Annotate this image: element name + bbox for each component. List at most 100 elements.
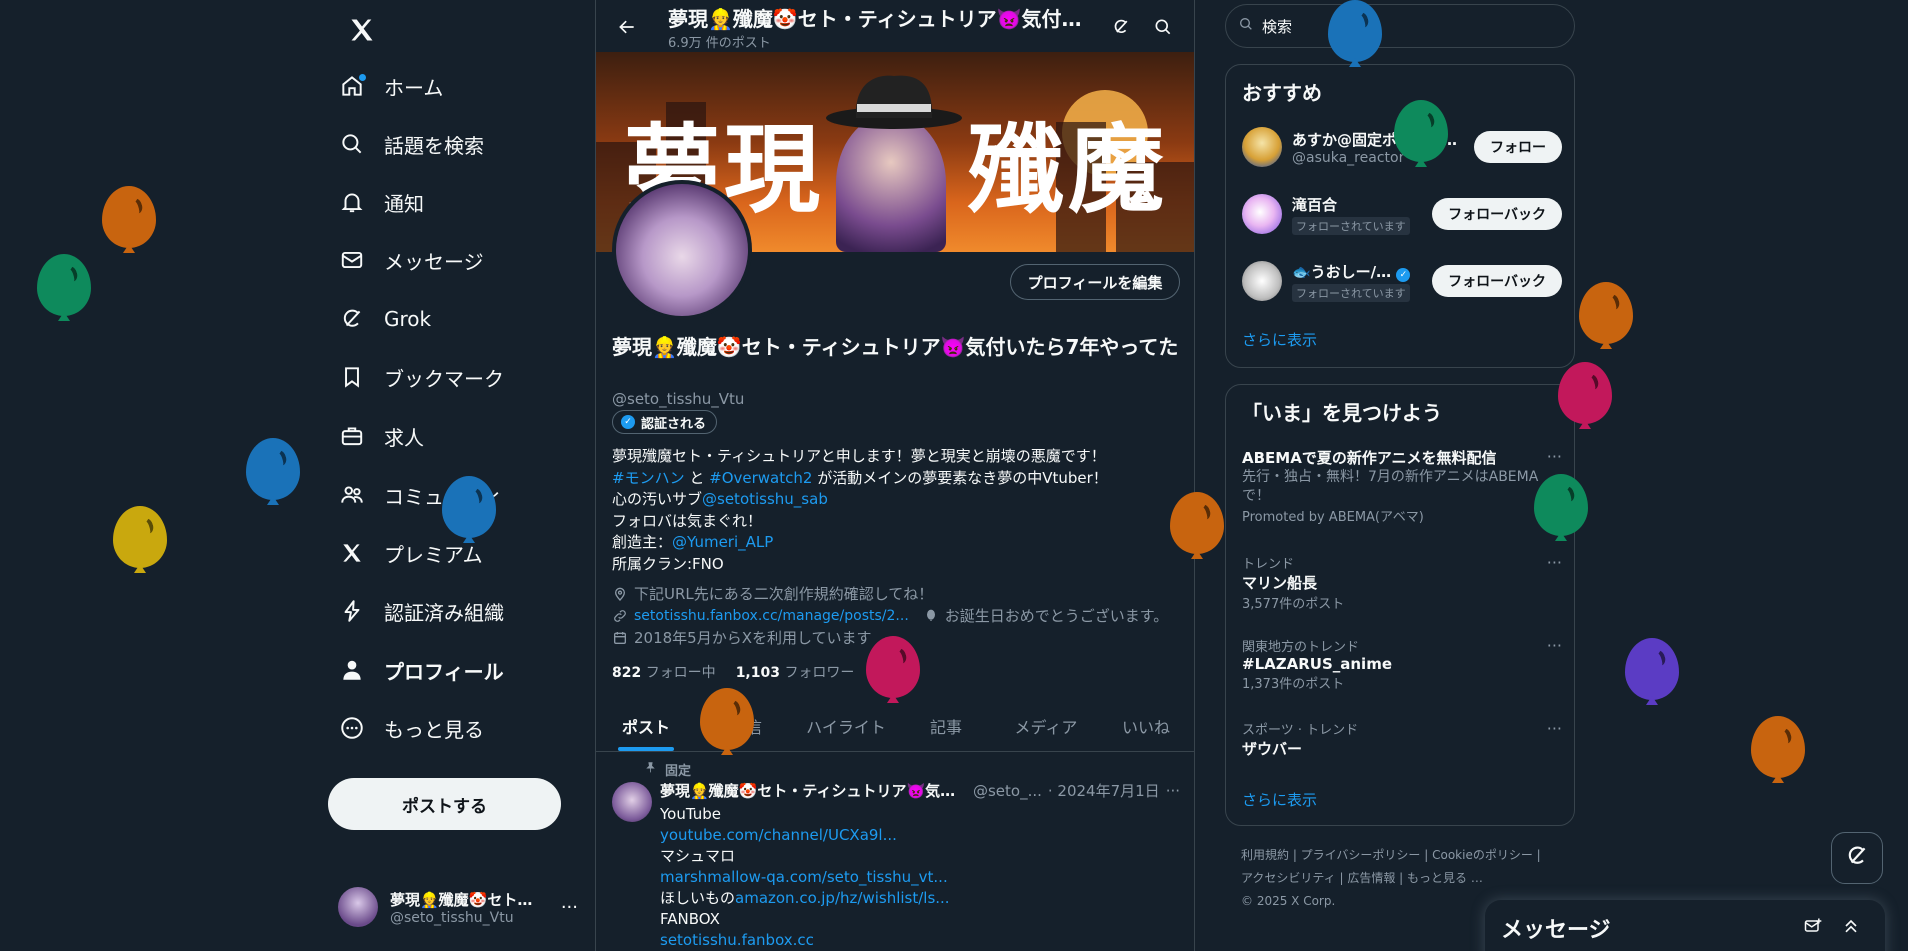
more-horizontal-icon[interactable]: ···	[1547, 719, 1562, 738]
post-button[interactable]: ポストする	[328, 778, 561, 830]
nav-jobs[interactable]: 求人	[338, 412, 424, 460]
account-name: 夢現👷殲魔🤡セト…	[390, 890, 533, 909]
bio-line: 所属クラン:FNO	[612, 554, 724, 573]
bookmark-icon	[338, 363, 366, 391]
messages-drawer-title: メッセージ	[1501, 918, 1611, 943]
more-horizontal-icon[interactable]: ···	[1547, 447, 1562, 466]
tab-posts[interactable]: ポスト	[596, 700, 696, 751]
search-icon[interactable]	[1146, 10, 1180, 44]
tab-highlights[interactable]: ハイライト	[796, 700, 896, 751]
x-logo-icon[interactable]	[340, 8, 384, 52]
account-switcher[interactable]: 夢現👷殲魔🤡セト… @seto_tisshu_Vtu ···	[338, 880, 578, 934]
bio-line: フォロバは気まぐれ！	[612, 511, 763, 530]
nav-notifications[interactable]: 通知	[338, 178, 424, 226]
mention-link[interactable]: @setotisshu_sab	[702, 490, 828, 508]
promoted-label: Promoted by ABEMA(アベマ)	[1242, 510, 1424, 525]
person-icon	[338, 656, 366, 684]
panel-title: 「いま」を見つけよう	[1242, 401, 1442, 425]
show-more-link[interactable]: さらに表示	[1242, 329, 1317, 350]
nav-verified-orgs[interactable]: 認証済み組織	[338, 587, 504, 635]
search-placeholder: 検索	[1262, 17, 1293, 36]
pinned-label-text: 固定	[665, 764, 692, 779]
balloon-decoration	[866, 636, 920, 706]
profile-url-link[interactable]: setotisshu.fanbox.cc/manage/posts/2...	[634, 605, 909, 627]
back-arrow-icon[interactable]	[610, 10, 644, 44]
post-link[interactable]: amazon.co.jp/hz/wishlist/ls...	[735, 889, 950, 907]
nav-bookmarks[interactable]: ブックマーク	[338, 353, 504, 401]
followers-label: フォロワー	[784, 665, 855, 681]
more-horizontal-icon[interactable]: ···	[1547, 636, 1562, 655]
post-date[interactable]: · 2024年7月1日	[1048, 780, 1160, 801]
balloon-decoration	[1579, 282, 1633, 352]
tab-articles[interactable]: 記事	[896, 700, 996, 751]
nav-more[interactable]: もっと見る	[338, 704, 484, 752]
nav-explore[interactable]: 話題を検索	[338, 120, 484, 168]
post-link[interactable]: setotisshu.fanbox.cc	[660, 930, 1180, 951]
avatar[interactable]	[612, 782, 652, 822]
bio-text: 創造主：	[612, 533, 673, 551]
chevron-up-double-icon[interactable]	[1839, 914, 1863, 938]
more-horizontal-icon[interactable]: ···	[1166, 782, 1180, 800]
trend-context: スポーツ · トレンド	[1242, 723, 1359, 738]
post-author-handle[interactable]: @seto_...	[973, 782, 1042, 800]
grok-icon[interactable]	[1104, 10, 1138, 44]
location-pin-icon	[612, 586, 628, 602]
following-link[interactable]: 822 フォロー中	[612, 662, 716, 682]
nav-profile[interactable]: プロフィール	[338, 646, 504, 694]
bio-line: 夢現殲魔セト・ティシュトリアと申します！夢と現実と崩壊の悪魔です！	[612, 447, 1106, 465]
nav-grok[interactable]: Grok	[338, 295, 431, 343]
post-link[interactable]: marshmallow-qa.com/seto_tisshu_vt...	[660, 867, 1180, 888]
briefcase-icon	[338, 422, 366, 450]
follow-back-button[interactable]: フォローバック	[1432, 265, 1562, 297]
new-message-icon[interactable]	[1801, 914, 1825, 938]
profile-avatar[interactable]	[612, 180, 752, 320]
suggested-user[interactable]: 🐟うおしー/… ✓ フォローされています フォローバック	[1242, 257, 1562, 305]
trend-item[interactable]: 関東地方のトレンド #LAZARUS_anime 1,373件のポスト ···	[1242, 636, 1562, 692]
messages-drawer[interactable]: メッセージ	[1485, 900, 1885, 951]
trend-title: #LAZARUS_anime	[1242, 655, 1392, 673]
hashtag-link[interactable]: #モンハン	[612, 469, 685, 487]
pin-icon	[644, 761, 657, 778]
follow-back-button[interactable]: フォローバック	[1432, 198, 1562, 230]
more-horizontal-icon[interactable]: ···	[1547, 553, 1562, 572]
post-line: FANBOX	[660, 910, 720, 928]
grok-float-button[interactable]	[1831, 832, 1883, 884]
post-link[interactable]: youtube.com/channel/UCXa9l...	[660, 825, 1180, 846]
tab-likes[interactable]: いいね	[1096, 700, 1194, 751]
bio-text: 心の汚いサブ	[612, 490, 703, 508]
suggested-user[interactable]: 滝百合 フォローされています フォローバック	[1242, 190, 1562, 238]
post-header: 夢現👷殲魔🤡セト・ティシュトリア👿気付… @seto_... · 2024年7月…	[660, 780, 1180, 801]
people-icon	[338, 481, 366, 509]
balloon-decoration	[1170, 492, 1224, 562]
show-more-link[interactable]: さらに表示	[1242, 789, 1317, 810]
pinned-post[interactable]: 固定 夢現👷殲魔🤡セト・ティシュトリア👿気付… @seto_... · 2024…	[596, 752, 1194, 951]
nav-label: プロフィール	[384, 659, 504, 684]
promoted-trend[interactable]: ABEMAで夏の新作アニメを無料配信 先行・独占・無料！7月の新作アニメはABE…	[1242, 447, 1562, 525]
trend-item[interactable]: スポーツ · トレンド ザウバー ···	[1242, 719, 1562, 759]
nav-messages[interactable]: メッセージ	[338, 236, 484, 284]
follow-button[interactable]: フォロー	[1474, 131, 1562, 163]
search-input[interactable]: 検索	[1225, 4, 1575, 48]
edit-profile-button[interactable]: プロフィールを編集	[1010, 264, 1180, 300]
get-verified-button[interactable]: ✓ 認証される	[612, 410, 718, 434]
suggested-user-name: 🐟うおしー/… ✓	[1292, 261, 1422, 282]
post-author-name[interactable]: 夢現👷殲魔🤡セト・ティシュトリア👿気付…	[660, 780, 967, 801]
footer-line[interactable]: アクセシビリティ | 広告情報 | もっと見る …	[1241, 867, 1571, 890]
banner-hat	[826, 75, 962, 129]
mention-link[interactable]: @Yumeri_ALP	[672, 533, 773, 551]
tab-media[interactable]: メディア	[996, 700, 1096, 751]
joined-text: 2018年5月からXを利用しています	[634, 629, 872, 647]
trend-context: トレンド	[1242, 557, 1295, 572]
hashtag-link[interactable]: #Overwatch2	[709, 469, 812, 487]
following-label: フォロー中	[645, 665, 716, 681]
more-horizontal-icon[interactable]: ···	[561, 897, 578, 918]
birthday-text: お誕生日おめでとうございます。	[944, 607, 1169, 625]
bell-icon	[338, 188, 366, 216]
post-line: ほしいものamazon.co.jp/hz/wishlist/ls...	[660, 888, 1180, 909]
nav-label: もっと見る	[384, 717, 484, 742]
footer-line[interactable]: 利用規約 | プライバシーポリシー | Cookieのポリシー |	[1241, 844, 1571, 867]
followers-link[interactable]: 1,103 フォロワー	[736, 662, 855, 682]
followers-count: 1,103	[735, 665, 780, 681]
nav-home[interactable]: ホーム	[338, 62, 443, 110]
trend-item[interactable]: トレンド マリン船長 3,577件のポスト ···	[1242, 553, 1562, 612]
